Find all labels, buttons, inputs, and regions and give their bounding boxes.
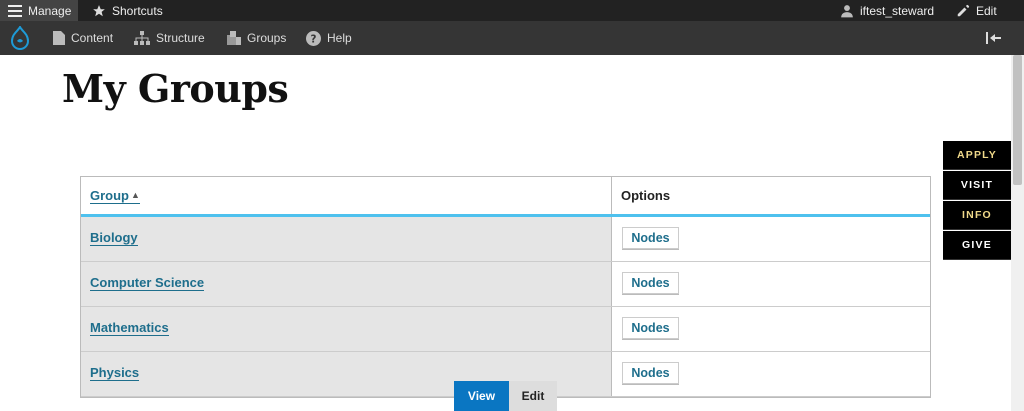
page-scrollbar[interactable] xyxy=(1011,55,1024,411)
table-row: Biology Nodes xyxy=(81,217,930,262)
drupal-logo-icon xyxy=(10,26,30,50)
toolbar-item-label: Content xyxy=(71,31,114,45)
home-link[interactable] xyxy=(10,21,36,55)
group-link[interactable]: Mathematics xyxy=(90,320,169,336)
nodes-button[interactable]: Nodes xyxy=(622,317,679,339)
user-icon xyxy=(841,4,853,17)
table-row: Computer Science Nodes xyxy=(81,262,930,307)
svg-text:?: ? xyxy=(311,33,317,45)
admin-tray: Content Structure Groups ? Help xyxy=(0,21,1024,55)
pencil-icon xyxy=(957,4,970,16)
toolbar-item-structure[interactable]: Structure xyxy=(134,21,205,55)
nodes-button[interactable]: Nodes xyxy=(622,362,679,384)
user-tab[interactable]: iftest_steward xyxy=(840,0,934,21)
apply-button[interactable]: APPLY xyxy=(943,141,1011,170)
star-icon xyxy=(93,4,105,16)
edit-label: Edit xyxy=(976,3,997,18)
collapse-left-icon xyxy=(986,32,1001,44)
options-column-header: Options xyxy=(621,188,671,203)
group-cell: Computer Science xyxy=(81,262,612,306)
groups-icon xyxy=(227,31,241,45)
toolbar-item-label: Groups xyxy=(247,31,287,45)
group-header-label: Group xyxy=(90,187,129,203)
options-cell: Nodes xyxy=(612,352,930,396)
table-header: Group ▲ Options xyxy=(81,177,930,217)
toolbar-item-label: Structure xyxy=(156,31,205,45)
toolbar-item-help[interactable]: ? Help xyxy=(306,21,352,55)
group-link[interactable]: Computer Science xyxy=(90,275,205,291)
manage-label: Manage xyxy=(28,3,72,18)
user-label: iftest_steward xyxy=(860,3,935,18)
groups-table: Group ▲ Options Biology Nodes Computer Sc… xyxy=(80,176,931,398)
file-icon xyxy=(53,31,65,45)
table-row: Mathematics Nodes xyxy=(81,307,930,352)
info-button[interactable]: INFO xyxy=(943,201,1011,230)
tab-edit[interactable]: Edit xyxy=(509,381,557,411)
group-sort-link[interactable]: Group ▲ xyxy=(90,188,140,204)
group-column-header: Group ▲ xyxy=(81,177,612,214)
menu-icon xyxy=(8,4,22,17)
shortcuts-label: Shortcuts xyxy=(112,3,163,18)
toolbar-item-label: Help xyxy=(327,31,352,45)
visit-button[interactable]: VISIT xyxy=(943,171,1011,200)
help-icon: ? xyxy=(306,30,321,46)
edit-toggle[interactable]: Edit xyxy=(956,0,997,21)
group-link[interactable]: Biology xyxy=(90,230,138,246)
group-link[interactable]: Physics xyxy=(90,365,140,381)
sort-ascending-icon: ▲ xyxy=(131,190,140,200)
toolbar-item-groups[interactable]: Groups xyxy=(227,21,286,55)
manage-tab[interactable]: Manage xyxy=(0,0,78,21)
group-cell: Biology xyxy=(81,217,612,261)
give-button[interactable]: GIVE xyxy=(943,231,1011,260)
shortcuts-tab[interactable]: Shortcuts xyxy=(92,0,163,21)
scrollbar-thumb[interactable] xyxy=(1013,55,1022,185)
options-cell: Nodes xyxy=(612,262,930,306)
options-cell: Nodes xyxy=(612,217,930,261)
page-title: My Groups xyxy=(62,66,289,111)
admin-toolbar: Manage Shortcuts iftest_steward Edit xyxy=(0,0,1024,21)
group-cell: Mathematics xyxy=(81,307,612,351)
options-cell: Nodes xyxy=(612,307,930,351)
toolbar-item-content[interactable]: Content xyxy=(53,21,113,55)
tab-view[interactable]: View xyxy=(454,381,509,411)
toolbar-orientation-toggle[interactable] xyxy=(986,21,1008,55)
nodes-button[interactable]: Nodes xyxy=(622,272,679,294)
sitemap-icon xyxy=(134,31,150,45)
nodes-button[interactable]: Nodes xyxy=(622,227,679,249)
